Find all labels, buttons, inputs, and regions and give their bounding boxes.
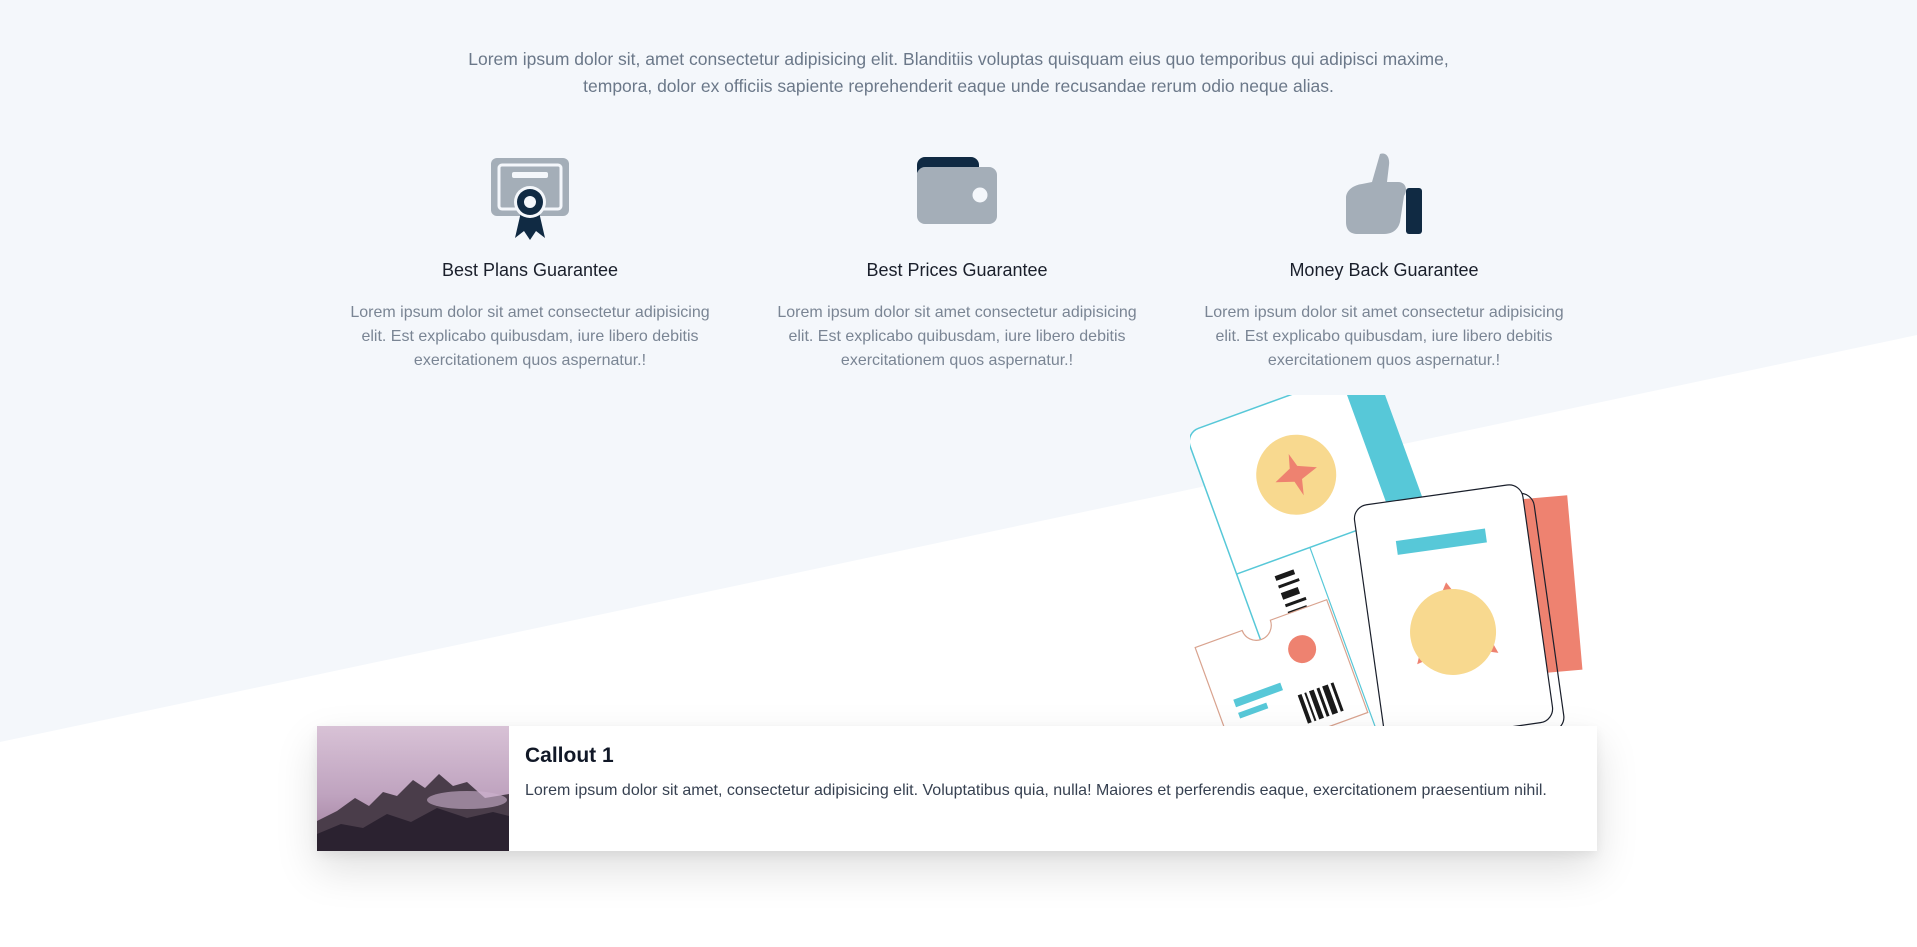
feature-title: Best Plans Guarantee: [441, 260, 619, 280]
callout-image: [317, 726, 509, 851]
feature-best-prices: Best Prices Guarantee Lorem ipsum dolor …: [771, 150, 1143, 373]
callout-text: Lorem ipsum dolor sit amet, consectetur …: [525, 782, 1547, 799]
callout-card: Callout 1 Lorem ipsum dolor sit amet, co…: [317, 726, 1597, 851]
wallet-icon: [917, 157, 997, 224]
feature-description: Lorem ipsum dolor sit amet consectetur a…: [777, 304, 1137, 369]
feature-best-plans: Best Plans Guarantee Lorem ipsum dolor s…: [344, 150, 716, 373]
callout-title: Callout 1: [525, 744, 614, 767]
travel-documents-illustration: [1190, 395, 1583, 775]
feature-money-back: Money Back Guarantee Lorem ipsum dolor s…: [1198, 150, 1570, 373]
feature-description: Lorem ipsum dolor sit amet consectetur a…: [350, 304, 710, 369]
mountain-image: [317, 726, 509, 851]
intro-paragraph: Lorem ipsum dolor sit, amet consectetur …: [468, 48, 1449, 96]
feature-title: Best Prices Guarantee: [866, 260, 1048, 280]
certificate-icon: [491, 158, 569, 240]
feature-title: Money Back Guarantee: [1289, 260, 1479, 280]
thumbs-up-icon: [1346, 153, 1422, 234]
feature-description: Lorem ipsum dolor sit amet consectetur a…: [1204, 304, 1564, 369]
